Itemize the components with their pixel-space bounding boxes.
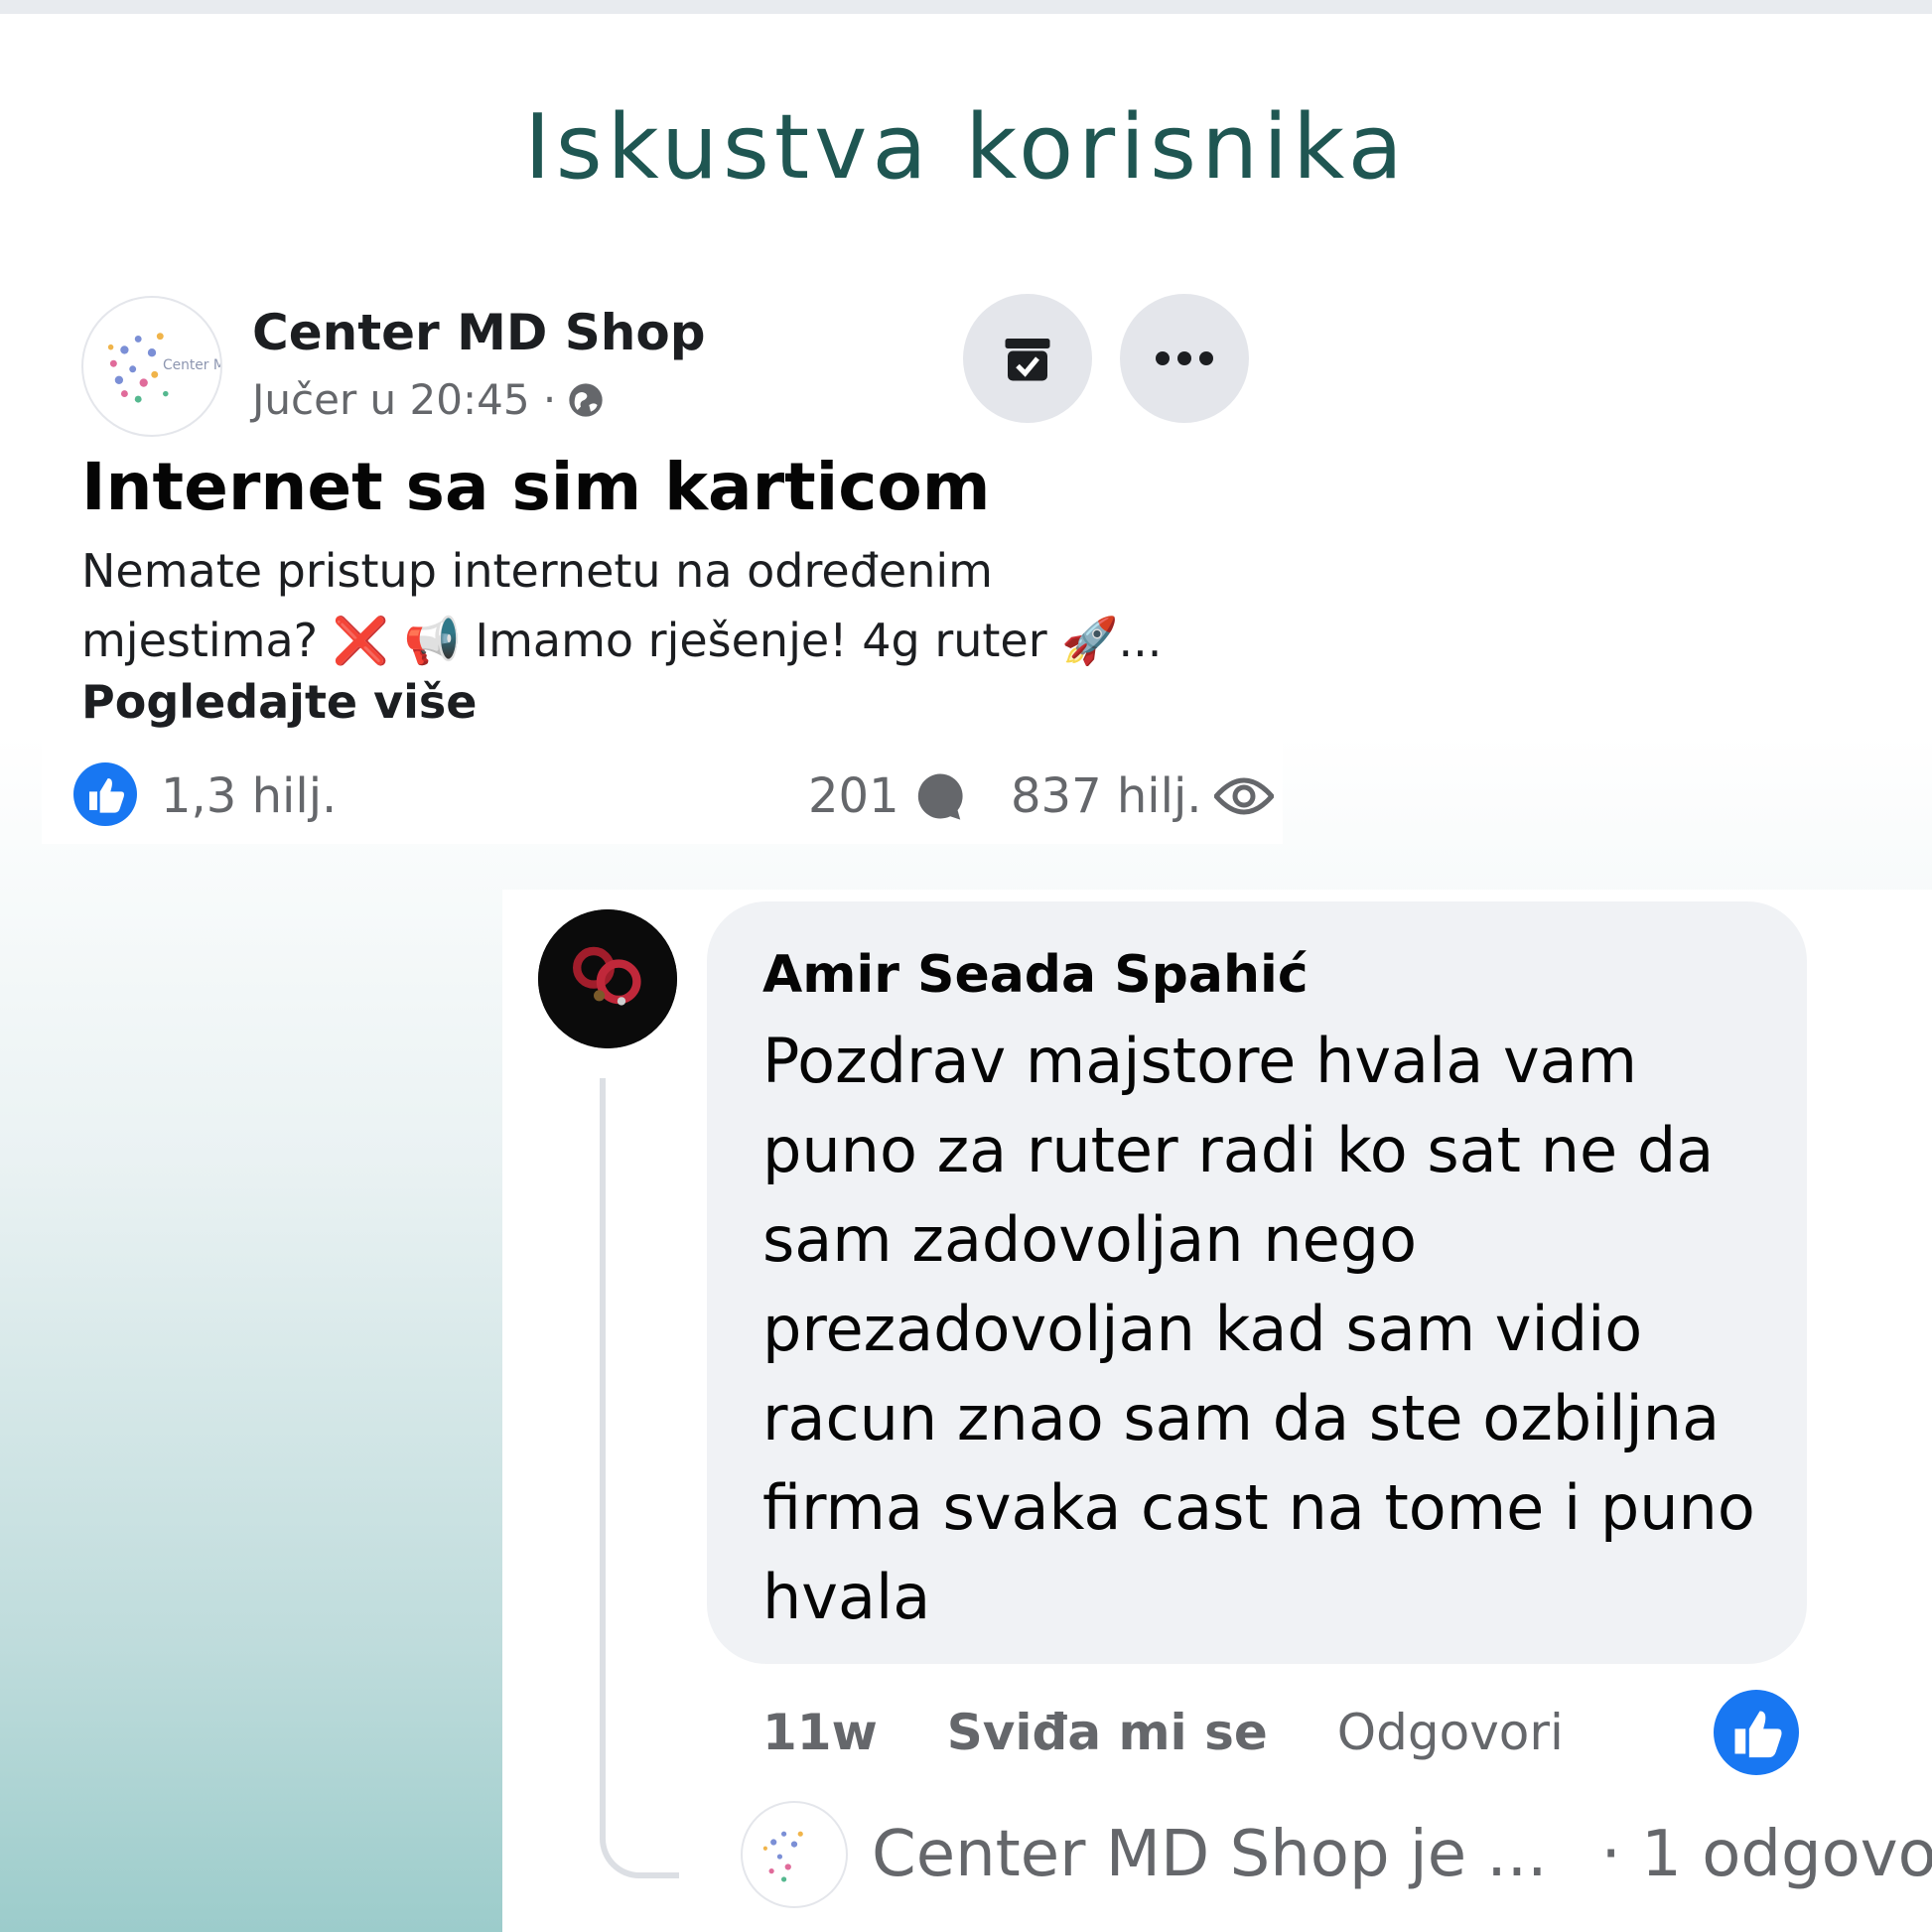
more-icon xyxy=(1156,351,1213,365)
post-body-text: Imamo rješenje! 4g ruter xyxy=(475,614,1047,667)
post-body: Nemate pristup internetu na određenim mj… xyxy=(81,536,1233,675)
user-avatar-image xyxy=(538,909,677,1048)
page-title: Iskustva korisnika xyxy=(524,95,1408,200)
comments-count-value: 201 xyxy=(808,768,899,824)
post-body-line: mjestima? ❌ 📢 Imamo rješenje! 4g ruter 🚀… xyxy=(81,606,1233,675)
eye-icon xyxy=(1213,777,1274,815)
cross-emoji-icon: ❌ xyxy=(332,614,389,667)
reply-button[interactable]: Odgovori xyxy=(1337,1704,1564,1761)
user-avatar[interactable] xyxy=(538,909,677,1048)
svg-text:Center MD: Center MD xyxy=(163,357,220,373)
post-meta: Jučer u 20:45 · xyxy=(252,375,606,424)
comment-line: firma svaka cast na tome i puno xyxy=(762,1471,1755,1544)
see-more-link[interactable]: Pogledajte više xyxy=(81,675,477,729)
page-name[interactable]: Center MD Shop xyxy=(252,304,706,361)
post-timestamp[interactable]: Jučer u 20:45 · xyxy=(252,375,556,424)
reply-preview-text[interactable]: Center MD Shop je ... xyxy=(872,1818,1547,1891)
comment-icon xyxy=(917,773,963,820)
comment-line: sam zadovoljan nego xyxy=(762,1203,1418,1276)
comment-text: Pozdrav majstore hvala vam puno za ruter… xyxy=(762,1017,1765,1642)
reply-count[interactable]: · 1 odgovora xyxy=(1600,1818,1932,1891)
post-body-text: mjestima? xyxy=(81,614,319,667)
thumbs-up-icon[interactable] xyxy=(1714,1690,1799,1775)
rocket-emoji-icon: 🚀 xyxy=(1061,614,1119,667)
comment-actions: 11w Sviđa mi se Odgovori xyxy=(762,1704,1564,1761)
post-body-line: Nemate pristup internetu na određenim xyxy=(81,544,993,598)
comment-line: prezadovoljan kad sam vidio xyxy=(762,1293,1643,1365)
comment-panel: Amir Seada Spahić Pozdrav majstore hvala… xyxy=(502,890,1932,1932)
like-comment-button[interactable]: Sviđa mi se xyxy=(947,1704,1268,1761)
save-button[interactable] xyxy=(963,294,1092,423)
likes-count[interactable]: 1,3 hilj. xyxy=(161,768,337,824)
comment-line: racun znao sam da ste ozbiljna xyxy=(762,1382,1721,1454)
top-strip xyxy=(0,0,1932,14)
thread-line xyxy=(600,1078,679,1878)
logo-icon xyxy=(762,1831,803,1882)
globe-icon xyxy=(569,382,603,417)
page-avatar[interactable]: Center MD xyxy=(81,296,222,437)
save-icon xyxy=(1005,339,1050,381)
comment-bubble: Amir Seada Spahić Pozdrav majstore hvala… xyxy=(707,901,1807,1664)
comment-age[interactable]: 11w xyxy=(762,1704,878,1761)
reply-preview-row[interactable]: Center MD Shop je ... · 1 odgovora xyxy=(741,1801,1932,1908)
comment-line: hvala xyxy=(762,1561,931,1633)
comment-line: Pozdrav majstore hvala vam xyxy=(762,1025,1638,1097)
comment-line: puno za ruter radi ko sat ne da xyxy=(762,1114,1715,1186)
views-count[interactable]: 837 hilj. xyxy=(1011,768,1274,824)
logo-icon: Center MD xyxy=(107,333,220,403)
megaphone-emoji-icon: 📢 xyxy=(403,614,461,667)
post-title: Internet sa sim karticom xyxy=(81,449,991,525)
more-options-button[interactable] xyxy=(1120,294,1249,423)
views-count-value: 837 hilj. xyxy=(1011,768,1202,824)
comment-author[interactable]: Amir Seada Spahić xyxy=(762,945,1309,1005)
comments-count[interactable]: 201 xyxy=(808,768,967,824)
reply-avatar xyxy=(741,1801,848,1908)
like-icon[interactable] xyxy=(73,762,137,826)
ellipsis: ... xyxy=(1118,614,1163,667)
post-card: Center MD Center MD Shop Jučer u 20:45 ·… xyxy=(42,282,1283,844)
